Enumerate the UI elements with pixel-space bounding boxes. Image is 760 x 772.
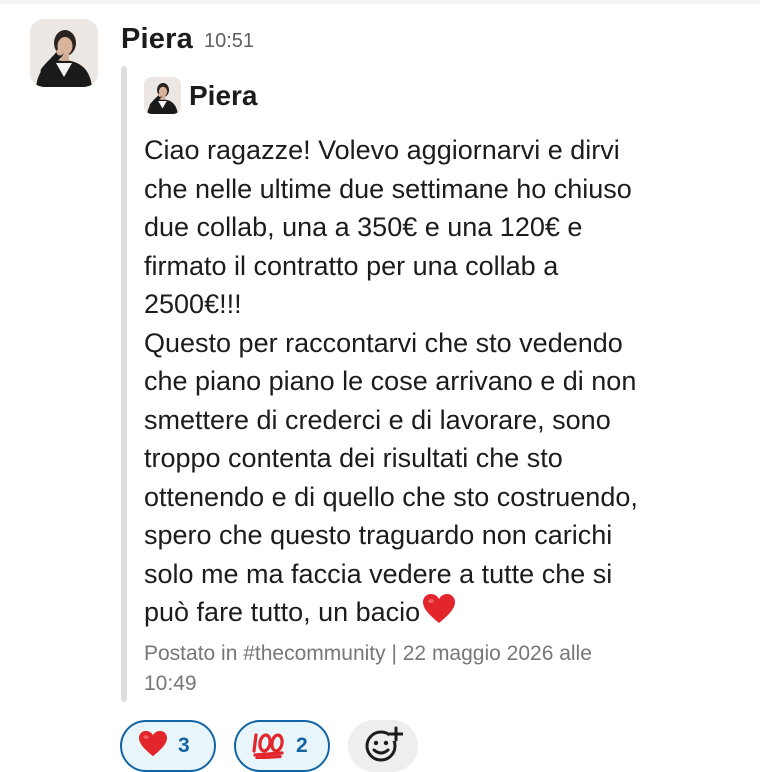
quoted-author-name[interactable]: Piera	[189, 80, 258, 112]
quote-bar	[121, 66, 127, 702]
message-line: due collab, una a 350€ e una 120€ e	[144, 212, 583, 242]
author-name[interactable]: Piera	[121, 23, 193, 56]
quoted-author-avatar[interactable]	[144, 77, 181, 114]
red-heart-icon	[138, 730, 168, 763]
post-source-line[interactable]: 10:49	[144, 669, 592, 699]
message-line: che nelle ultime due settimane ho chiuso	[144, 173, 632, 204]
message-line: spero che questo traguardo non carichi	[144, 520, 613, 550]
reaction-count: 2	[296, 734, 308, 757]
top-divider	[0, 0, 760, 4]
message-line: firmato il contratto per una collab a	[144, 250, 559, 281]
message-line: smettere di crederci e di lavorare, sono	[144, 404, 611, 435]
reaction-heart-button[interactable]: 3	[120, 720, 216, 772]
quoted-message-text: Ciao ragazze! Volevo aggiornarvi e dirvi…	[144, 131, 744, 636]
hundred-points-icon	[252, 729, 286, 764]
message-line: troppo contenta dei risultati che sto	[144, 443, 563, 473]
message-line: 2500€!!!	[144, 289, 242, 319]
red-heart-icon	[422, 593, 456, 636]
message-line: solo me ma faccia vedere a tutte che si	[144, 558, 613, 589]
add-emoji-icon	[363, 724, 404, 769]
post-source-info[interactable]: Postato in #thecommunity | 22 maggio 202…	[144, 639, 592, 699]
message-timestamp[interactable]: 10:51	[204, 30, 254, 53]
message-line-text: può fare tutto, un bacio	[144, 597, 421, 627]
message-line: che piano piano le cose arrivano e di no…	[144, 366, 637, 396]
reaction-100-button[interactable]: 2	[234, 720, 330, 772]
author-avatar[interactable]	[30, 19, 98, 87]
reaction-count: 3	[178, 734, 190, 757]
add-reaction-button[interactable]	[348, 720, 418, 772]
message-line-last: può fare tutto, un bacio	[144, 593, 744, 636]
message-line: Ciao ragazze! Volevo aggiornarvi e dirvi	[144, 135, 620, 165]
post-source-line[interactable]: Postato in #thecommunity | 22 maggio 202…	[144, 639, 592, 669]
message-line: ottenendo e di quello che sto costruendo…	[144, 481, 638, 512]
message-line: Questo per raccontarvi che sto vedendo	[144, 327, 623, 358]
